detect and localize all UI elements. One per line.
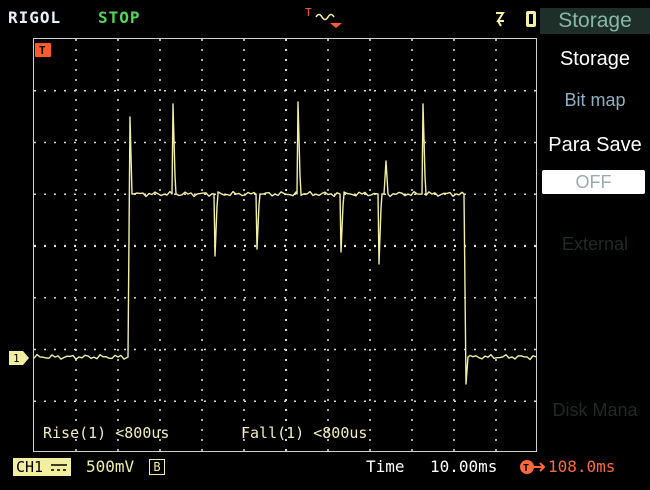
para-save-value[interactable]: OFF <box>542 170 645 194</box>
trigger-edge-icon <box>496 12 505 22</box>
waveform-area <box>34 39 538 453</box>
ch1-label: CH1 <box>16 458 43 476</box>
ch1-marker-text: 1 <box>13 352 20 365</box>
trigger-position-indicator: T <box>305 6 342 28</box>
softkey-menu: Storage Storage Bit map Para Save OFF Ex… <box>540 8 650 453</box>
trigger-offset: 108.0ms <box>548 457 616 476</box>
ch1-badge[interactable]: CH1 <box>13 458 73 476</box>
scope-display[interactable] <box>33 38 538 453</box>
time-per-div: 10.00ms <box>430 457 498 476</box>
trigger-wave-icon <box>315 13 335 21</box>
trigger-flag: T <box>35 43 51 57</box>
disk-manage-option: Disk Mana <box>552 400 638 420</box>
rise-measurement: Rise(1) <800us <box>43 424 170 442</box>
time-label: Time <box>366 457 405 476</box>
trigger-flag-text: T <box>39 44 46 57</box>
graticule <box>34 39 538 453</box>
trigger-marker-text: T <box>305 6 312 19</box>
trigger-arrow-icon <box>330 23 342 28</box>
menu-title: Storage <box>540 8 650 34</box>
external-option: External <box>561 234 629 254</box>
storage-option-value[interactable]: Bit map <box>540 90 650 111</box>
status-icons <box>496 11 536 27</box>
para-save-label[interactable]: Para Save <box>540 134 650 157</box>
run-state-indicator: STOP <box>98 8 141 27</box>
brand-logo: RIGOL <box>8 8 62 27</box>
storage-option-label[interactable]: Storage <box>540 48 650 71</box>
fall-measurement: Fall(1) <800us <box>241 424 368 442</box>
bandwidth-limit-icon: B <box>149 459 165 475</box>
trigger-position-icon: T <box>520 460 546 474</box>
ch1-waveform <box>34 101 537 385</box>
svg-text:T: T <box>523 463 529 474</box>
ch1-ground-marker[interactable]: 1 <box>9 350 31 366</box>
volts-per-div: 500mV <box>86 457 135 476</box>
